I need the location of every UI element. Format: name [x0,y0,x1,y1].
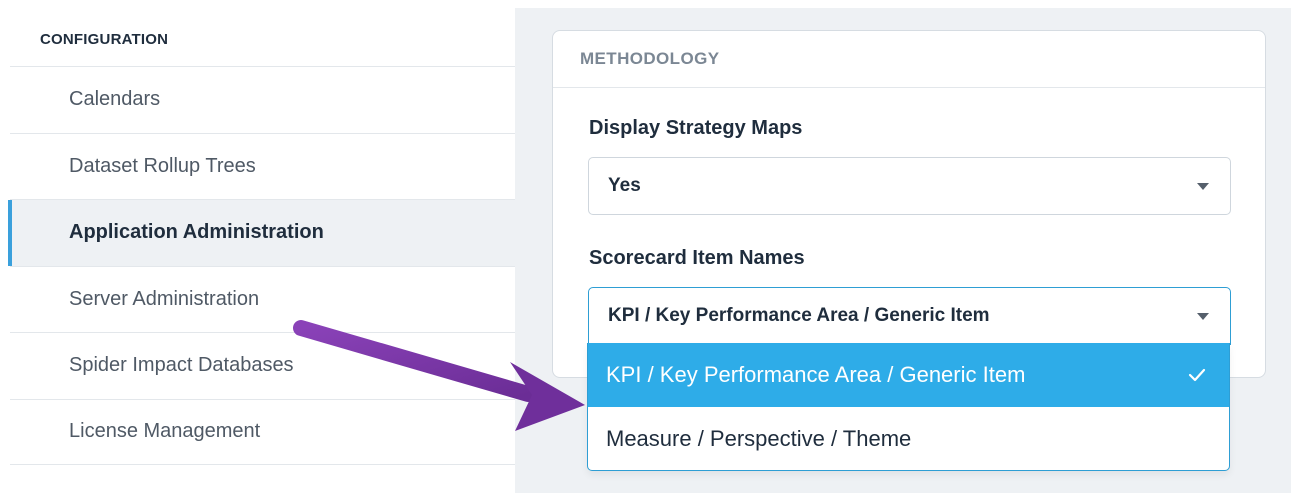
sidebar-item-license-management[interactable]: License Management [10,398,515,465]
display-strategy-maps-label: Display Strategy Maps [589,117,803,139]
option-label: KPI / Key Performance Area / Generic Ite… [606,362,1026,387]
sidebar-item-label: Application Administration [69,221,324,244]
sidebar-item-label: Calendars [69,88,161,111]
sidebar-item-label: Spider Impact Databases [69,354,294,377]
display-strategy-maps-select[interactable]: Yes [588,157,1231,215]
panel-title: METHODOLOGY [553,31,1265,88]
methodology-panel: METHODOLOGY Display Strategy Maps Yes Sc… [552,30,1266,378]
check-icon [1188,368,1206,382]
sidebar-item-server-administration[interactable]: Server Administration [10,265,515,332]
sidebar-item-calendars[interactable]: Calendars [10,66,515,133]
sidebar-nav: Calendars Dataset Rollup Trees Applicati… [8,66,515,465]
sidebar-item-label: Dataset Rollup Trees [69,154,256,177]
scorecard-item-names-select[interactable]: KPI / Key Performance Area / Generic Ite… [588,287,1231,345]
caret-down-icon [1197,183,1209,190]
sidebar-item-label: License Management [69,420,261,443]
sidebar-header: CONFIGURATION [40,31,169,48]
sidebar-item-dataset-rollup-trees[interactable]: Dataset Rollup Trees [10,132,515,199]
caret-down-icon [1197,313,1209,320]
sidebar-item-label: Server Administration [69,287,260,310]
dropdown-option-measure[interactable]: Measure / Perspective / Theme [588,407,1229,470]
option-label: Measure / Perspective / Theme [606,426,912,451]
sidebar-item-spider-impact-databases[interactable]: Spider Impact Databases [10,332,515,399]
sidebar: CONFIGURATION Calendars Dataset Rollup T… [0,0,515,493]
scorecard-item-names-dropdown: KPI / Key Performance Area / Generic Ite… [587,343,1230,471]
select-value: KPI / Key Performance Area / Generic Ite… [608,305,990,326]
sidebar-item-application-administration[interactable]: Application Administration [8,199,515,266]
scorecard-item-names-label: Scorecard Item Names [589,247,805,269]
select-value: Yes [608,175,641,196]
dropdown-option-kpi[interactable]: KPI / Key Performance Area / Generic Ite… [588,343,1229,407]
